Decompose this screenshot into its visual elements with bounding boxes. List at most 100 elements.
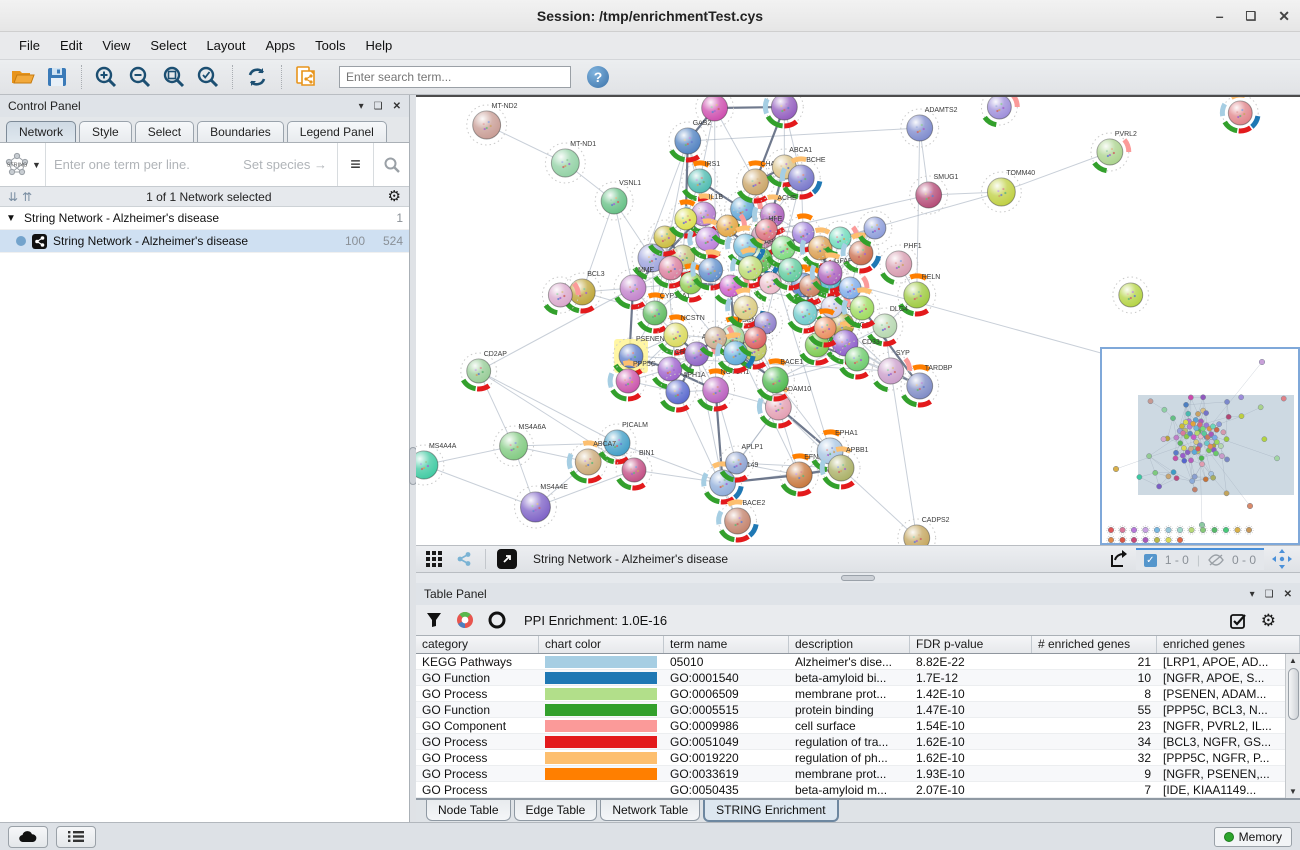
species-hint[interactable]: Set species → [243,157,337,172]
export-view-icon[interactable] [1106,548,1130,570]
protein-node-efna5[interactable]: EFNA5 [780,454,826,494]
scroll-thumb[interactable] [1288,668,1299,720]
panel-close-icon[interactable]: ✕ [393,101,401,112]
column-header[interactable]: FDR p-value [910,636,1032,653]
menu-edit[interactable]: Edit [51,34,91,57]
task-list-button[interactable] [56,826,96,848]
table-panel-menu-icon[interactable]: ▾ [1250,589,1255,600]
menu-file[interactable]: File [10,34,49,57]
table-row[interactable]: GO ProcessGO:0051049regulation of tra...… [416,734,1300,750]
table-scrollbar[interactable]: ▲ ▼ [1285,654,1300,798]
string-share-icon[interactable] [452,548,476,570]
table-row[interactable]: GO FunctionGO:0001540beta-amyloid bi...1… [416,670,1300,686]
menu-tools[interactable]: Tools [306,34,354,57]
protein-node-mt-nd2[interactable]: MT-ND2 [467,103,518,145]
network-canvas[interactable]: MT-ND2MT-ND1VSNL1GAB2IRS1IL1BCHATABCA1BC… [416,95,1300,545]
protein-node-mt-nd1[interactable]: MT-ND1 [545,141,596,183]
network-collection-row[interactable]: ▼ String Network - Alzheimer's disease 1 [0,207,409,230]
column-header[interactable]: chart color [539,636,664,653]
table-row[interactable]: GO ProcessGO:0033619membrane prot...1.93… [416,766,1300,782]
tab-select[interactable]: Select [135,121,194,142]
tab-string-enrichment[interactable]: STRING Enrichment [703,800,838,822]
tab-legend-panel[interactable]: Legend Panel [287,121,387,142]
horizontal-splitter-handle[interactable] [841,575,875,581]
birdseye-view[interactable] [1100,347,1300,545]
filter-icon[interactable] [426,612,442,628]
column-header[interactable]: description [789,636,910,653]
protein-node-tomm40[interactable]: TOMM40 [981,170,1035,212]
table-row[interactable]: KEGG Pathways05010Alzheimer's dise...8.8… [416,654,1300,670]
protein-node-syp[interactable]: SYP [872,350,910,390]
panel-float-icon[interactable]: ❑ [374,101,383,112]
string-query-input[interactable] [46,157,243,172]
select-columns-icon[interactable] [1230,612,1247,629]
expand-all-icon[interactable]: ⇈ [22,190,30,204]
zoom-out-icon[interactable] [125,63,155,91]
protein-node-adam10[interactable]: ADAM10 [759,386,811,426]
string-logo-icon[interactable]: STRING ▼ [0,143,46,186]
tree-expand-icon[interactable]: ▼ [6,213,24,224]
table-row[interactable]: GO FunctionGO:0005515protein binding1.47… [416,702,1300,718]
zoom-selected-icon[interactable] [193,63,223,91]
maximize-icon[interactable]: ❑ [1246,10,1257,22]
save-session-icon[interactable] [42,63,72,91]
tab-style[interactable]: Style [79,121,132,142]
horizontal-splitter[interactable] [416,573,1300,583]
string-options-icon[interactable]: ≡ [337,143,373,186]
tab-edge-table[interactable]: Edge Table [514,800,598,821]
scroll-down-icon[interactable]: ▼ [1287,785,1300,798]
minimize-icon[interactable]: – [1216,9,1224,23]
protein-node-ms4a4e[interactable]: MS4A4E [515,484,569,528]
network-row[interactable]: String Network - Alzheimer's disease 100… [0,230,409,253]
column-header[interactable]: # enriched genes [1032,636,1157,653]
table-row[interactable]: GO ComponentGO:0009986cell surface1.54E-… [416,718,1300,734]
tab-boundaries[interactable]: Boundaries [197,121,284,142]
table-panel-close-icon[interactable]: ✕ [1284,589,1292,600]
help-icon[interactable]: ? [587,66,609,88]
protein-node-bin1[interactable]: BIN1 [616,450,654,488]
column-header[interactable]: enriched genes [1157,636,1300,653]
protein-node-ppp5c[interactable]: PPP5C [610,361,656,399]
tab-network[interactable]: Network [6,121,76,142]
protein-node-adamts2[interactable]: ADAMTS2 [901,107,958,147]
menu-help[interactable]: Help [357,34,402,57]
table-row[interactable]: GO ProcessGO:0006509membrane prot...1.42… [416,686,1300,702]
menu-layout[interactable]: Layout [197,34,254,57]
protein-node-vsnl1[interactable]: VSNL1 [595,180,641,220]
selected-checkbox-icon[interactable]: ✓ [1144,554,1157,567]
zoom-fit-icon[interactable] [159,63,189,91]
protein-node[interactable] [1113,277,1149,313]
protein-node-psenen[interactable]: PSENEN [613,336,665,374]
cloud-tasks-button[interactable] [8,826,48,848]
column-header[interactable]: term name [664,636,789,653]
scroll-up-icon[interactable]: ▲ [1287,654,1300,667]
string-search-icon[interactable] [373,143,409,186]
export-network-icon[interactable] [291,63,321,91]
protein-node-notch1[interactable]: NOTCH1 [697,369,750,409]
table-settings-gear-icon[interactable]: ⚙ [1261,612,1276,629]
protein-node-cadps2[interactable]: CADPS2 [898,517,950,545]
search-input[interactable] [339,66,571,88]
protein-node[interactable] [1222,97,1258,131]
protein-node-bace2[interactable]: BACE2 [719,500,766,540]
tab-network-table[interactable]: Network Table [600,800,700,821]
ring-chart-icon[interactable] [488,611,506,629]
column-header[interactable]: category [416,636,539,653]
open-file-icon[interactable] [8,63,38,91]
pie-chart-icon[interactable] [456,611,474,629]
tab-node-table[interactable]: Node Table [426,800,511,821]
menu-select[interactable]: Select [141,34,195,57]
menu-view[interactable]: View [93,34,139,57]
open-in-browser-icon[interactable] [495,548,519,570]
protein-node-ms4a4a[interactable]: MS4A4A [416,443,457,485]
protein-node-tardbp[interactable]: TARDBP [901,365,953,405]
refresh-icon[interactable] [242,63,272,91]
panel-menu-icon[interactable]: ▾ [359,101,364,112]
protein-node-pvrl2[interactable]: PVRL2 [1091,131,1137,171]
protein-node[interactable] [858,211,892,245]
table-panel-float-icon[interactable]: ❑ [1265,589,1274,600]
menu-apps[interactable]: Apps [257,34,305,57]
network-options-gear-icon[interactable]: ⚙ [388,189,401,204]
table-row[interactable]: GO ProcessGO:0050435beta-amyloid m...2.0… [416,782,1300,798]
protein-node[interactable] [981,97,1017,125]
